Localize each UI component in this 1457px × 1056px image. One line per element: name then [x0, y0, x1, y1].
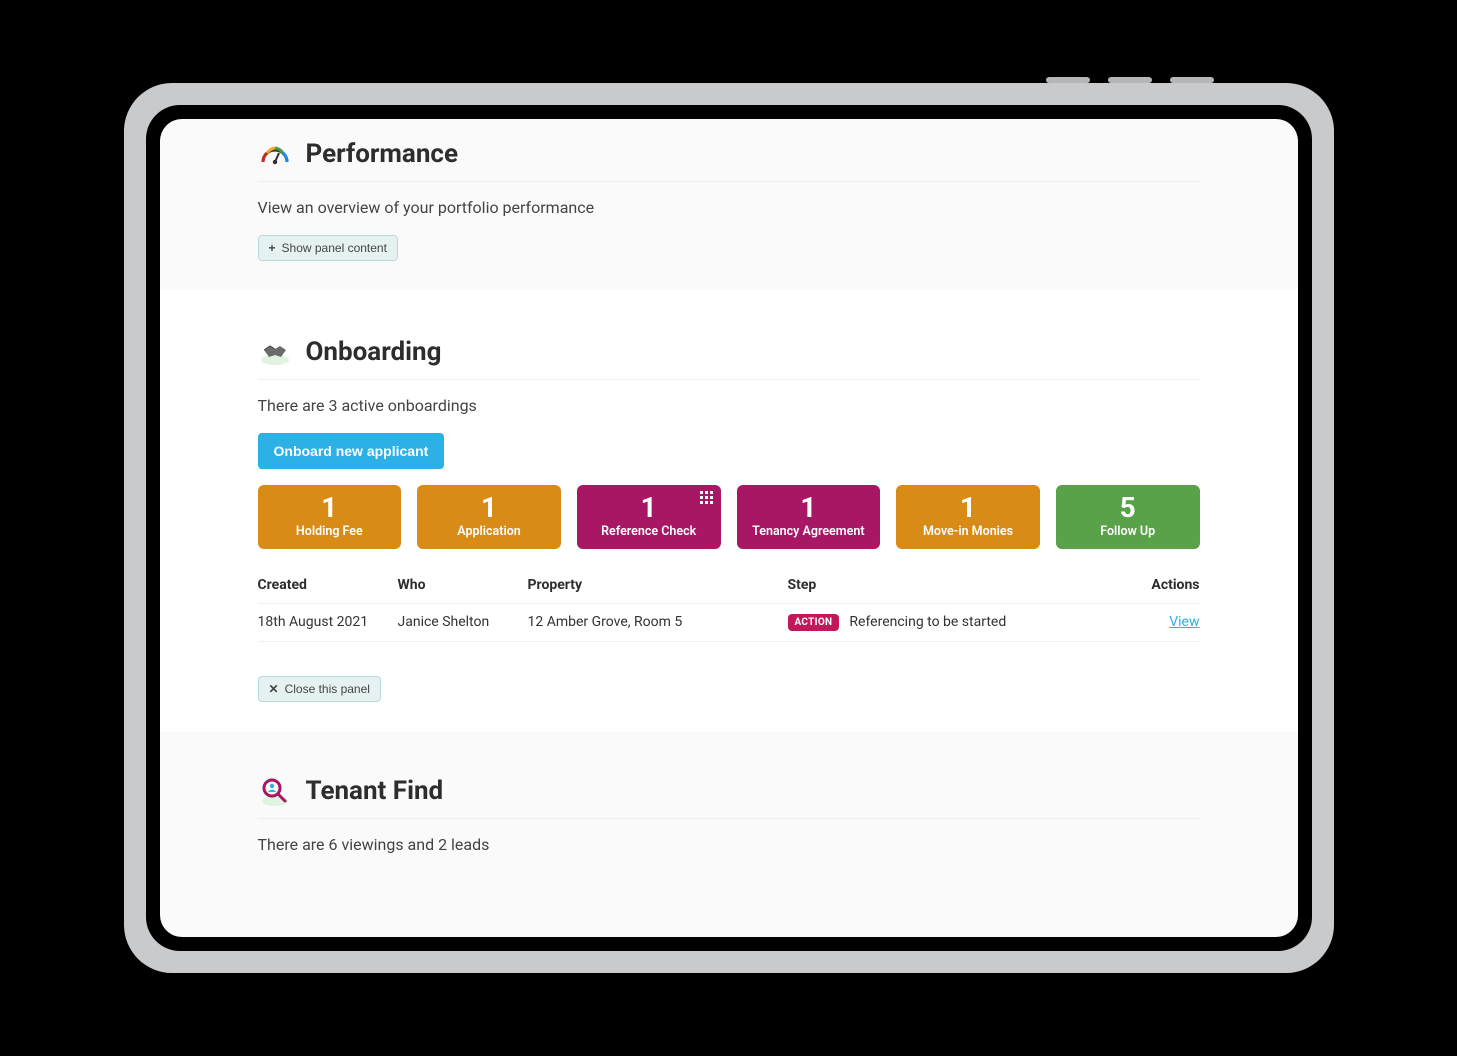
onboarding-title: Onboarding [306, 337, 442, 367]
performance-subtitle: View an overview of your portfolio perfo… [258, 198, 1200, 217]
tenant-find-title: Tenant Find [306, 776, 444, 806]
panel-performance: Performance View an overview of your por… [160, 119, 1298, 289]
onboarding-tile[interactable]: 1Application [417, 485, 561, 549]
tile-marks-icon [700, 491, 713, 504]
tile-label: Move-in Monies [902, 524, 1034, 539]
onboarding-tile[interactable]: 1Move-in Monies [896, 485, 1040, 549]
tablet-frame: Performance View an overview of your por… [124, 83, 1334, 973]
col-property: Property [528, 577, 788, 593]
tile-count: 1 [583, 493, 715, 524]
onboarding-tile[interactable]: 1Holding Fee [258, 485, 402, 549]
col-created: Created [258, 577, 398, 593]
table-row: 18th August 2021Janice Shelton12 Amber G… [258, 604, 1200, 642]
gauge-icon [258, 137, 292, 171]
plus-icon: + [269, 241, 276, 255]
onboard-new-applicant-button[interactable]: Onboard new applicant [258, 433, 445, 469]
handshake-icon [258, 335, 292, 369]
tablet-physical-buttons [1046, 77, 1214, 83]
performance-title: Performance [306, 139, 459, 169]
col-actions: Actions [1120, 577, 1200, 593]
screen: Performance View an overview of your por… [160, 119, 1298, 937]
cell-step: ACTION Referencing to be started [788, 614, 1120, 631]
show-panel-content-label: Show panel content [282, 241, 387, 255]
onboarding-tile[interactable]: 5Follow Up [1056, 485, 1200, 549]
tile-count: 1 [743, 493, 875, 524]
tile-label: Application [423, 524, 555, 539]
show-panel-content-button[interactable]: + Show panel content [258, 235, 398, 261]
onboarding-tile[interactable]: 1Tenancy Agreement [737, 485, 881, 549]
tile-count: 5 [1062, 493, 1194, 524]
close-icon: ✕ [269, 682, 279, 696]
tenant-find-icon [258, 774, 292, 808]
onboard-new-applicant-label: Onboard new applicant [274, 443, 429, 459]
onboarding-table-header: Created Who Property Step Actions [258, 567, 1200, 604]
action-badge: ACTION [788, 614, 840, 631]
tile-count: 1 [902, 493, 1034, 524]
cell-created: 18th August 2021 [258, 614, 398, 630]
tenant-find-subtitle: There are 6 viewings and 2 leads [258, 835, 1200, 854]
onboarding-tiles: 1Holding Fee1Application1Reference Check… [258, 485, 1200, 549]
tile-label: Holding Fee [264, 524, 396, 539]
onboarding-subtitle: There are 3 active onboardings [258, 396, 1200, 415]
panel-onboarding: Onboarding There are 3 active onboarding… [160, 289, 1298, 732]
tile-label: Follow Up [1062, 524, 1194, 539]
close-this-panel-label: Close this panel [285, 682, 370, 696]
cell-property: 12 Amber Grove, Room 5 [528, 614, 788, 630]
step-text: Referencing to be started [849, 614, 1006, 630]
tile-count: 1 [423, 493, 555, 524]
close-this-panel-button[interactable]: ✕ Close this panel [258, 676, 381, 702]
col-who: Who [398, 577, 528, 593]
col-step: Step [788, 577, 1120, 593]
tile-count: 1 [264, 493, 396, 524]
onboarding-tile[interactable]: 1Reference Check [577, 485, 721, 549]
tile-label: Reference Check [583, 524, 715, 539]
panel-tenant-find: Tenant Find There are 6 viewings and 2 l… [160, 732, 1298, 900]
cell-who: Janice Shelton [398, 614, 528, 630]
tile-label: Tenancy Agreement [743, 524, 875, 539]
view-link[interactable]: View [1169, 614, 1199, 630]
